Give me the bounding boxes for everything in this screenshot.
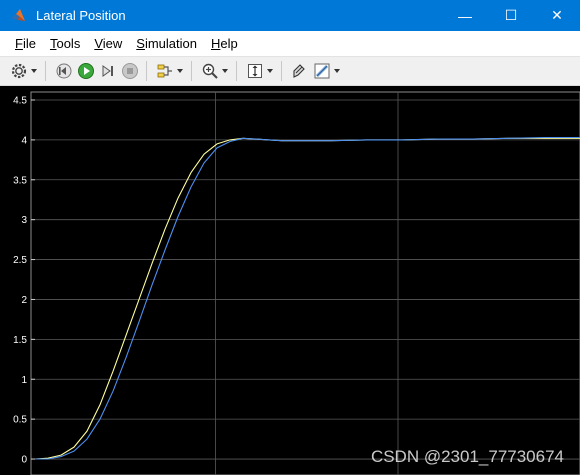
zoom-in-button[interactable]	[201, 60, 219, 82]
step-forward-button[interactable]	[99, 60, 117, 82]
settings-button[interactable]	[10, 60, 28, 82]
step-back-icon	[56, 63, 72, 79]
toolbar-separator	[281, 61, 282, 81]
y-axis-ticks: 0 0.5 1 1.5 2 2.5 3 3.5 4 4.5	[13, 95, 35, 466]
watermark-text: CSDN @2301_77730674	[370, 447, 564, 466]
chevron-down-icon	[334, 69, 340, 73]
close-button[interactable]: ✕	[534, 0, 580, 31]
minimize-button[interactable]: —	[442, 0, 488, 31]
y-tick-label: 1.5	[13, 335, 27, 346]
y-tick-label: 4.5	[13, 95, 27, 106]
title-bar: Lateral Position — ☐ ✕	[0, 0, 580, 31]
run-button[interactable]	[77, 60, 95, 82]
y-tick-label: 4	[21, 135, 27, 146]
window-title: Lateral Position	[36, 8, 126, 23]
menu-view[interactable]: View	[87, 31, 129, 57]
style-button[interactable]	[291, 60, 309, 82]
chevron-down-icon	[31, 69, 37, 73]
highlight-icon	[314, 63, 330, 79]
chevron-down-icon	[267, 69, 273, 73]
step-forward-icon	[102, 65, 113, 77]
y-tick-label: 0.5	[13, 415, 27, 426]
close-icon: ✕	[551, 7, 563, 23]
grid	[30, 91, 580, 475]
series-line-yellow	[34, 137, 580, 460]
y-tick-label: 1	[21, 375, 27, 386]
matlab-logo-icon	[11, 8, 25, 21]
toolbar-separator	[191, 61, 192, 81]
menu-bar: File Tools View Simulation Help	[0, 31, 580, 57]
menu-tools[interactable]: Tools	[43, 31, 87, 57]
menu-help[interactable]: Help	[204, 31, 245, 57]
y-tick-label: 2.5	[13, 255, 27, 266]
axes-frame	[30, 91, 580, 475]
y-tick-label: 3.5	[13, 175, 27, 186]
chevron-down-icon	[222, 69, 228, 73]
toolbar-separator	[45, 61, 46, 81]
zoom-dropdown[interactable]	[221, 60, 229, 82]
chevron-down-icon	[177, 69, 183, 73]
step-back-button[interactable]	[55, 60, 73, 82]
y-tick-label: 2	[21, 295, 27, 306]
signal-lines-button[interactable]	[156, 60, 174, 82]
maximize-button[interactable]: ☐	[488, 0, 534, 31]
settings-icon	[11, 63, 27, 79]
toolbar-separator	[236, 61, 237, 81]
settings-dropdown[interactable]	[30, 60, 38, 82]
series-line-blue	[35, 136, 580, 460]
zoom-in-icon	[202, 63, 218, 79]
highlight-button[interactable]	[313, 60, 331, 82]
style-icon	[293, 64, 305, 78]
window-controls: — ☐ ✕	[442, 0, 580, 31]
y-tick-label: 0	[21, 455, 27, 466]
signal-lines-dropdown[interactable]	[176, 60, 184, 82]
fit-axes-dropdown[interactable]	[266, 60, 274, 82]
stop-icon	[122, 63, 138, 79]
stop-button[interactable]	[121, 60, 139, 82]
menu-file[interactable]: File	[8, 31, 43, 57]
menu-simulation[interactable]: Simulation	[129, 31, 204, 57]
maximize-icon: ☐	[504, 7, 518, 23]
lateral-position-chart: 0 0.5 1 1.5 2 2.5 3 3.5 4 4.5	[13, 91, 580, 475]
fit-axes-icon	[248, 64, 262, 78]
signal-lines-icon	[157, 64, 172, 78]
y-tick-label: 3	[21, 215, 27, 226]
minimize-icon: —	[458, 7, 472, 24]
run-icon	[78, 63, 94, 79]
toolbar	[0, 57, 580, 86]
fit-axes-button[interactable]	[246, 60, 264, 82]
toolbar-separator	[146, 61, 147, 81]
highlight-dropdown[interactable]	[333, 60, 341, 82]
series-lines	[34, 136, 580, 460]
scope-plot[interactable]: 0 0.5 1 1.5 2 2.5 3 3.5 4 4.5 CSDN @2301_77730674	[0, 86, 580, 475]
